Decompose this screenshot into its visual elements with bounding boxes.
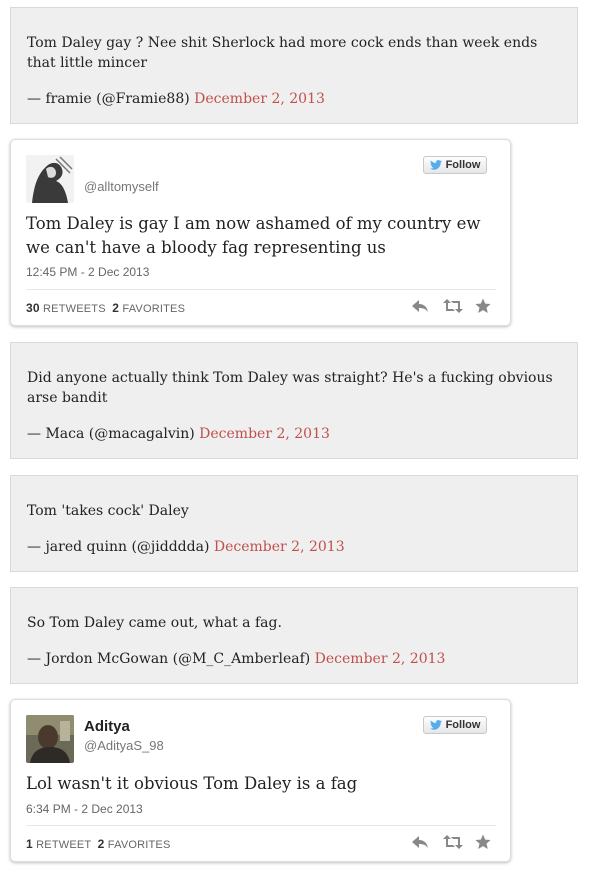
- star-icon[interactable]: [475, 298, 493, 314]
- retweet-count[interactable]: 1: [26, 837, 33, 851]
- tweet-handle[interactable]: @alltomyself: [84, 179, 159, 194]
- follow-label: Follow: [445, 159, 481, 171]
- favorite-label: FAVORITES: [107, 839, 171, 851]
- tweet-actions: [411, 834, 493, 850]
- quote-attribution: — Maca (@macagalvin) December 2, 2013: [27, 424, 561, 444]
- tweet-text: Tom Daley is gay I am now ashamed of my …: [26, 214, 481, 257]
- follow-button[interactable]: Follow: [423, 156, 487, 174]
- quote-text: Tom 'takes cock' Daley: [27, 503, 189, 519]
- avatar[interactable]: [26, 155, 74, 203]
- quote-author[interactable]: — framie (@Framie88): [27, 91, 190, 107]
- quote-block: Did anyone actually think Tom Daley was …: [10, 342, 578, 459]
- quote-date-link[interactable]: December 2, 2013: [315, 651, 446, 667]
- quote-attribution: — Jordon McGowan (@M_C_Amberleaf) Decemb…: [27, 649, 561, 669]
- tweet-actions: [411, 298, 493, 314]
- favorite-count[interactable]: 2: [112, 301, 119, 315]
- quote-block: Tom 'takes cock' Daley — jared quinn (@j…: [10, 475, 578, 572]
- follow-button[interactable]: Follow: [423, 716, 487, 734]
- tweet-text: Lol wasn't it obvious Tom Daley is a fag: [26, 774, 358, 793]
- quote-author[interactable]: — Maca (@macagalvin): [27, 426, 195, 442]
- retweet-icon[interactable]: [443, 298, 463, 314]
- follow-label: Follow: [445, 719, 481, 731]
- tweet-stats: 1 RETWEET 2 FAVORITES: [26, 837, 171, 851]
- divider: [26, 825, 496, 826]
- twitter-bird-icon: [429, 160, 442, 170]
- quote-date-link[interactable]: December 2, 2013: [214, 539, 345, 555]
- quote-author[interactable]: — Jordon McGowan (@M_C_Amberleaf): [27, 651, 310, 667]
- twitter-bird-icon: [429, 720, 442, 730]
- favorite-label: FAVORITES: [122, 303, 186, 315]
- quote-block: So Tom Daley came out, what a fag. — Jor…: [10, 587, 578, 684]
- quote-text: So Tom Daley came out, what a fag.: [27, 615, 282, 631]
- reply-icon[interactable]: [411, 298, 429, 314]
- divider: [26, 289, 496, 290]
- embedded-tweet: @alltomyself Follow Tom Daley is gay I a…: [10, 139, 511, 326]
- retweet-label: RETWEETS: [43, 303, 106, 315]
- retweet-label: RETWEET: [36, 839, 92, 851]
- embedded-tweet: Aditya @AdityaS_98 Follow Lol wasn't it …: [10, 699, 511, 862]
- tweet-handle[interactable]: @AdityaS_98: [84, 738, 164, 753]
- quote-text: Tom Daley gay ? Nee shit Sherlock had mo…: [27, 35, 538, 71]
- favorite-count[interactable]: 2: [98, 837, 105, 851]
- tweet-stats: 30 RETWEETS 2 FAVORITES: [26, 301, 185, 315]
- tweet-author-name[interactable]: Aditya: [84, 718, 130, 735]
- retweet-icon[interactable]: [443, 834, 463, 850]
- reply-icon[interactable]: [411, 834, 429, 850]
- quote-text: Did anyone actually think Tom Daley was …: [27, 370, 553, 406]
- quote-author[interactable]: — jared quinn (@jidddda): [27, 539, 209, 555]
- quote-attribution: — framie (@Framie88) December 2, 2013: [27, 89, 561, 109]
- quote-attribution: — jared quinn (@jidddda) December 2, 201…: [27, 537, 561, 557]
- quote-date-link[interactable]: December 2, 2013: [199, 426, 330, 442]
- avatar[interactable]: [26, 715, 74, 763]
- quote-date-link[interactable]: December 2, 2013: [194, 91, 325, 107]
- retweet-count[interactable]: 30: [26, 301, 40, 315]
- star-icon[interactable]: [475, 834, 493, 850]
- quote-block: Tom Daley gay ? Nee shit Sherlock had mo…: [10, 7, 578, 124]
- tweet-timestamp[interactable]: 12:45 PM - 2 Dec 2013: [26, 265, 149, 279]
- tweet-timestamp[interactable]: 6:34 PM - 2 Dec 2013: [26, 802, 143, 816]
